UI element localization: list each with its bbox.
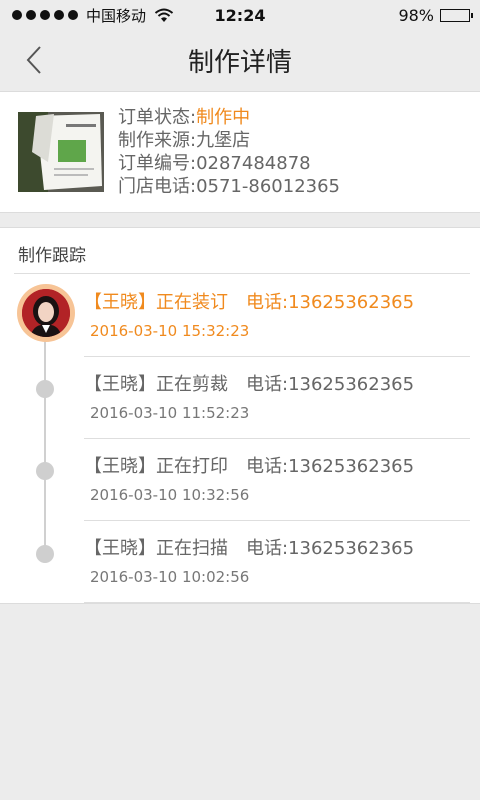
signal-strength-icon: [12, 10, 78, 20]
page-title: 制作详情: [187, 47, 292, 78]
order-summary-card: 订单状态:制作中 制作来源:九堡店 订单编号:0287484878 门店电话:0…: [0, 91, 480, 213]
order-number-label: 订单编号:: [118, 153, 197, 174]
worker-avatar: [17, 284, 75, 342]
order-source-label: 制作来源:: [118, 130, 197, 151]
timeline-node: [36, 462, 54, 480]
document-photo-image: [18, 112, 104, 192]
tracking-item: 【王晓】正在装订 电话:13625362365 2016-03-10 15:32:…: [84, 274, 470, 357]
chevron-left-icon: [26, 46, 41, 74]
tracking-item-title: 【王晓】正在扫描 电话:13625362365: [84, 534, 414, 560]
tracking-action: 正在剪裁: [156, 374, 228, 395]
tracking-item-title: 【王晓】正在打印 电话:13625362365: [84, 452, 414, 478]
phone-number[interactable]: 13625362365: [288, 374, 414, 395]
timeline-node: [36, 380, 54, 398]
order-number-row: 订单编号:0287484878: [118, 152, 340, 175]
phone-label: 电话:: [246, 292, 289, 313]
timeline-line: [44, 338, 46, 554]
order-source-row: 制作来源:九堡店: [118, 129, 340, 152]
order-source-value: 九堡店: [196, 130, 251, 151]
tracking-item-title: 【王晓】正在剪裁 电话:13625362365: [84, 370, 414, 396]
order-number-value: 0287484878: [196, 153, 311, 174]
store-phone-row[interactable]: 门店电话:0571-86012365: [118, 175, 340, 198]
tracking-item-title: 【王晓】正在装订 电话:13625362365: [84, 288, 414, 314]
tracking-timestamp: 2016-03-10 10:32:56: [90, 486, 250, 504]
navbar: 制作详情: [0, 30, 480, 90]
battery-percent: 98%: [398, 5, 434, 25]
status-bar: 中国移动 12:24 98%: [0, 0, 480, 30]
wifi-icon: [154, 8, 174, 22]
back-button[interactable]: [14, 40, 54, 80]
status-bar-right: 98%: [398, 5, 473, 25]
tracking-timestamp: 2016-03-10 15:32:23: [90, 322, 250, 340]
carrier-label: 中国移动: [86, 6, 147, 25]
tracking-item: 【王晓】正在打印 电话:13625362365 2016-03-10 10:32:…: [84, 438, 470, 521]
tracking-section: 制作跟踪 【王晓】正在装订 电话:13625362365 2016-03-10 1…: [0, 227, 480, 604]
tracking-header: 制作跟踪: [18, 246, 86, 266]
person-photo-icon: [22, 289, 70, 337]
status-bar-left: 中国移动: [12, 5, 174, 26]
tracking-timestamp: 2016-03-10 10:02:56: [90, 568, 250, 586]
battery-icon: [440, 8, 473, 22]
worker-name: 【王晓】: [84, 456, 156, 477]
store-phone-label: 门店电话:: [118, 176, 197, 197]
tracking-item: 【王晓】正在扫描 电话:13625362365 2016-03-10 10:02:…: [84, 520, 470, 603]
worker-name: 【王晓】: [84, 374, 156, 395]
order-status-label: 订单状态:: [118, 107, 197, 128]
tracking-item: 【王晓】正在剪裁 电话:13625362365 2016-03-10 11:52:…: [84, 356, 470, 439]
order-status-row: 订单状态:制作中: [118, 106, 340, 129]
worker-name: 【王晓】: [84, 292, 156, 313]
worker-name: 【王晓】: [84, 538, 156, 559]
phone-number[interactable]: 13625362365: [288, 456, 414, 477]
tracking-action: 正在打印: [156, 456, 228, 477]
timeline-node: [36, 545, 54, 563]
store-phone-value[interactable]: 0571-86012365: [196, 176, 340, 197]
phone-number[interactable]: 13625362365: [288, 292, 414, 313]
order-info: 订单状态:制作中 制作来源:九堡店 订单编号:0287484878 门店电话:0…: [118, 106, 340, 198]
tracking-action: 正在装订: [156, 292, 228, 313]
tracking-timestamp: 2016-03-10 11:52:23: [90, 404, 250, 422]
phone-label: 电话:: [246, 374, 289, 395]
tracking-action: 正在扫描: [156, 538, 228, 559]
order-status-value: 制作中: [196, 107, 251, 128]
phone-number[interactable]: 13625362365: [288, 538, 414, 559]
phone-label: 电话:: [246, 538, 289, 559]
phone-label: 电话:: [246, 456, 289, 477]
order-thumbnail[interactable]: [18, 112, 104, 192]
